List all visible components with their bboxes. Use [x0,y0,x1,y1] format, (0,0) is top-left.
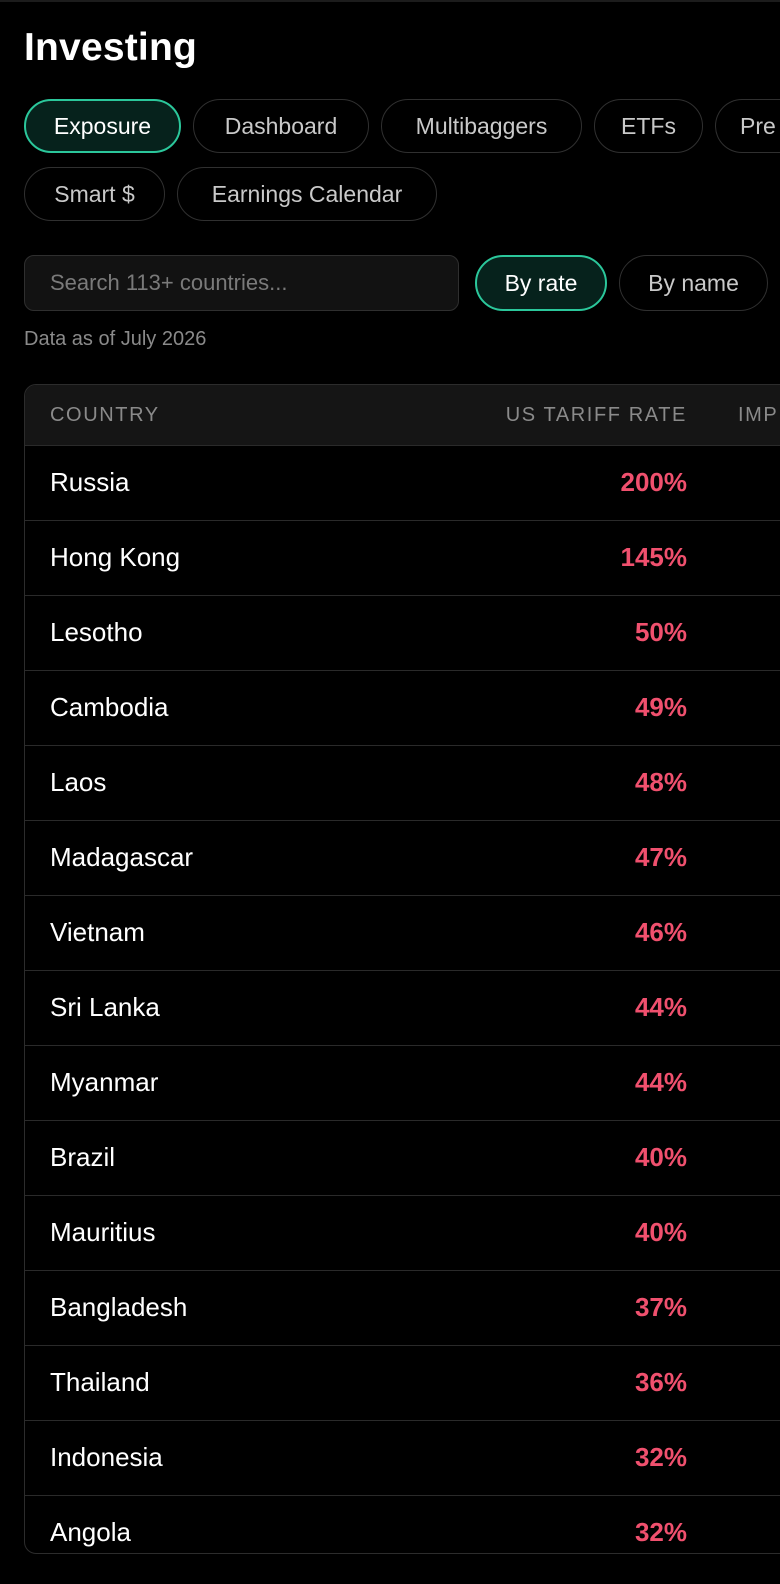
table-row[interactable]: Brazil 40% [25,1120,780,1196]
country-name: Indonesia [50,1442,163,1472]
tariff-rate-value: 145% [620,542,688,572]
table-row[interactable]: Lesotho 50% [25,595,780,671]
table-row[interactable]: Laos 48% [25,745,780,821]
tab-exposure[interactable]: Exposure [24,99,181,153]
sort-by-rate-button[interactable]: By rate [475,255,607,311]
country-name: Sri Lanka [50,992,160,1022]
table-row[interactable]: Angola 32% [25,1495,780,1553]
table-row[interactable]: Bangladesh 37% [25,1270,780,1346]
country-name: Brazil [50,1142,116,1172]
table-row[interactable]: Cambodia 49% [25,670,780,746]
data-as-of-label: Data as of July 2026 [24,328,207,350]
table-header: COUNTRY US TARIFF RATE IMP [25,385,780,446]
tariff-rate-value: 32% [634,1517,687,1547]
country-name: Cambodia [50,692,169,722]
table-row[interactable]: Vietnam 46% [25,895,780,971]
tariff-table: COUNTRY US TARIFF RATE IMP Russia 200% Hon… [24,384,780,1554]
country-name: Myanmar [50,1067,159,1097]
tab-etfs[interactable]: ETFs [594,99,703,153]
country-name: Vietnam [50,917,145,947]
country-name: Lesotho [50,617,143,647]
column-header-imports[interactable]: IMP [738,385,778,445]
country-name: Laos [50,767,107,797]
table-row[interactable]: Thailand 36% [25,1345,780,1421]
country-name: Russia [50,467,130,497]
tariff-rate-value: 49% [634,692,687,722]
tariff-rate-value: 44% [634,1067,687,1097]
top-divider [0,0,780,2]
table-row[interactable]: Russia 200% [25,445,780,521]
table-row[interactable]: Indonesia 32% [25,1420,780,1496]
country-name: Bangladesh [50,1292,188,1322]
page-title: Investing [24,26,197,69]
column-header-country[interactable]: COUNTRY [50,385,160,445]
search-input[interactable] [24,255,459,311]
country-name: Mauritius [50,1217,156,1247]
tab-pre[interactable]: Pre [715,99,780,153]
tariff-rate-value: 46% [634,917,687,947]
table-row[interactable]: Sri Lanka 44% [25,970,780,1046]
tariff-rate-value: 48% [634,767,687,797]
table-row[interactable]: Madagascar 47% [25,820,780,896]
tariff-rate-value: 40% [634,1142,687,1172]
sort-by-name-button[interactable]: By name [619,255,768,311]
table-row[interactable]: Mauritius 40% [25,1195,780,1271]
country-name: Hong Kong [50,542,181,572]
tariff-rate-value: 36% [634,1367,687,1397]
tariff-rate-value: 37% [634,1292,687,1322]
country-name: Madagascar [50,842,194,872]
country-name: Angola [50,1517,131,1547]
table-row[interactable]: Hong Kong 145% [25,520,780,596]
tariff-rate-value: 32% [634,1442,687,1472]
country-name: Thailand [50,1367,150,1397]
tab-dashboard[interactable]: Dashboard [193,99,369,153]
tariff-rate-value: 40% [634,1217,687,1247]
tariff-rate-value: 47% [634,842,687,872]
tab-multibaggers[interactable]: Multibaggers [381,99,582,153]
tab-smart-money[interactable]: Smart $ [24,167,165,221]
column-header-tariff-rate[interactable]: US TARIFF RATE [506,385,687,445]
tariff-rate-value: 44% [634,992,687,1022]
tab-earnings-calendar[interactable]: Earnings Calendar [177,167,437,221]
tariff-rate-value: 50% [634,617,687,647]
table-row[interactable]: Myanmar 44% [25,1045,780,1121]
tariff-rate-value: 200% [620,467,688,497]
